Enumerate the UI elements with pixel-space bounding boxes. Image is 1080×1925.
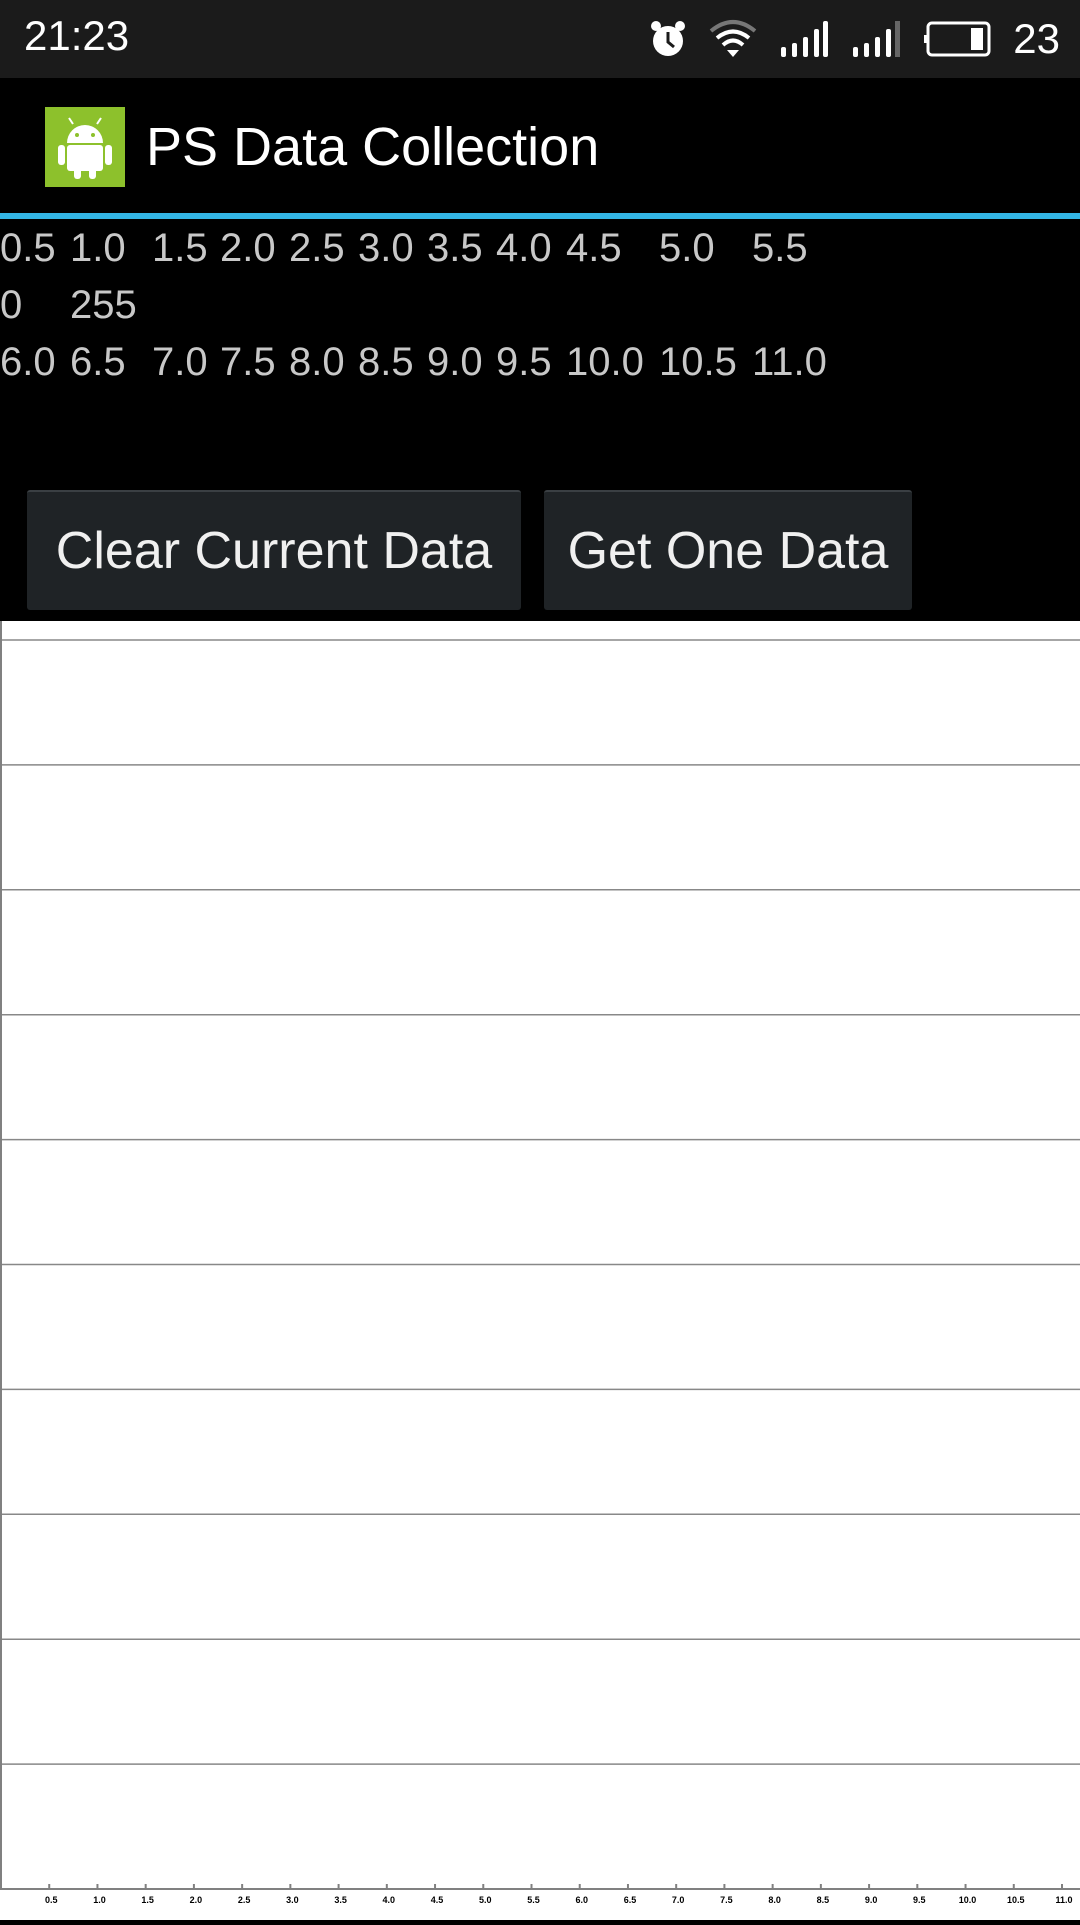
x-tick-label: 8.5 (817, 1895, 830, 1905)
x-tick-label: 9.5 (913, 1895, 926, 1905)
signal-icon (781, 21, 829, 57)
readout-value: 0 (0, 283, 23, 327)
x-tick-label: 2.5 (238, 1895, 251, 1905)
x-tick-label: 7.5 (720, 1895, 733, 1905)
readout-value: 9.5 (496, 340, 552, 384)
x-tick-label: 4.0 (383, 1895, 396, 1905)
x-tick-label: 4.5 (431, 1895, 444, 1905)
x-tick-label: 0.5 (45, 1895, 58, 1905)
x-tick-label: 11.0 (1055, 1895, 1072, 1905)
x-tick-label: 3.0 (286, 1895, 299, 1905)
readout-value: 7.5 (220, 340, 276, 384)
chart: 0.5 1.0 1.5 2.0 2.5 3.0 3.5 4.0 4.5 5.0 5.5 6.0 6.5 7… (0, 621, 1080, 1920)
wifi-icon (710, 20, 757, 57)
readout-value: 255 (70, 283, 137, 327)
battery-icon (924, 21, 991, 57)
x-tick-label: 6.5 (624, 1895, 637, 1905)
readout-value: 10.0 (566, 340, 644, 384)
app-bar-divider (0, 213, 1080, 219)
clear-current-data-button[interactable]: Clear Current Data (27, 490, 521, 610)
x-tick-label: 6.0 (575, 1895, 588, 1905)
x-tick-label: 10.5 (1007, 1895, 1025, 1905)
status-time: 21:23 (24, 12, 130, 59)
signal-icon (853, 21, 901, 57)
x-tick-label: 9.0 (865, 1895, 878, 1905)
x-tick-label: 7.0 (672, 1895, 685, 1905)
readout-value: 6.5 (70, 340, 126, 384)
status-bar: 21:23 23 (0, 0, 1080, 78)
android-icon (45, 107, 125, 187)
x-tick-label: 5.5 (527, 1895, 540, 1905)
x-tick-label: 3.5 (334, 1895, 347, 1905)
readout-value: 4.5 (566, 226, 622, 270)
battery-level: 23 (1013, 15, 1060, 62)
readout-value: 8.0 (289, 340, 345, 384)
readout-value: 8.5 (358, 340, 414, 384)
readout-value: 7.0 (152, 340, 208, 384)
x-tick-label: 10.0 (959, 1895, 977, 1905)
readout-value: 4.0 (496, 226, 552, 270)
readout-value: 2.5 (289, 226, 345, 270)
x-tick-label: 1.5 (141, 1895, 154, 1905)
x-tick-label: 5.0 (479, 1895, 492, 1905)
readout-value: 11.0 (752, 340, 827, 384)
readout-value: 2.0 (220, 226, 276, 270)
readout-value: 3.5 (427, 226, 483, 270)
x-tick-label: 2.0 (190, 1895, 203, 1905)
alarm-icon (651, 21, 686, 56)
readout-value: 6.0 (0, 340, 56, 384)
readout-value: 1.0 (70, 226, 126, 270)
readout-value: 1.5 (152, 226, 208, 270)
readout-value: 3.0 (358, 226, 414, 270)
app-title: PS Data Collection (146, 117, 600, 177)
readout-value: 5.0 (659, 226, 715, 270)
readout-value: 9.0 (427, 340, 483, 384)
x-tick-label: 8.0 (768, 1895, 781, 1905)
x-tick-label: 1.0 (93, 1895, 106, 1905)
readout-value: 0.5 (0, 226, 56, 270)
readout-value: 5.5 (752, 226, 808, 270)
chart-svg: 0.5 1.0 1.5 2.0 2.5 3.0 3.5 4.0 4.5 5.0 5.5 6.0 6.5 7… (0, 621, 1080, 1905)
get-one-data-button[interactable]: Get One Data (544, 490, 912, 610)
app-bar: PS Data Collection (0, 78, 1080, 213)
readout-value: 10.5 (659, 340, 737, 384)
